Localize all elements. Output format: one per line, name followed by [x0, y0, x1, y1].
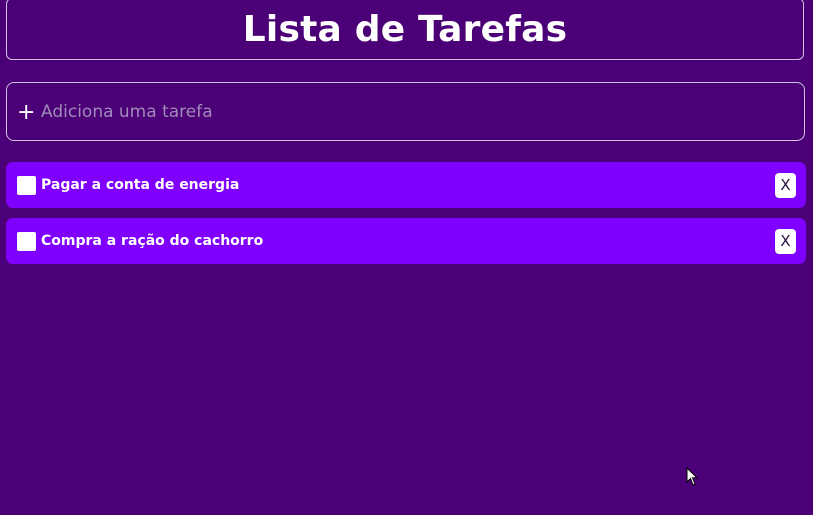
delete-task-button[interactable]: X: [775, 172, 796, 198]
title-box: Lista de Tarefas: [6, 0, 804, 60]
page-title: Lista de Tarefas: [242, 8, 568, 50]
delete-task-button[interactable]: X: [775, 228, 796, 254]
task-label: Pagar a conta de energia: [41, 177, 240, 193]
mouse-cursor-icon: [686, 467, 698, 486]
task-checkbox[interactable]: [17, 175, 36, 195]
add-task-box[interactable]: +: [6, 82, 805, 141]
task-item: Pagar a conta de energia X: [6, 162, 806, 208]
task-item: Compra a ração do cachorro X: [6, 218, 806, 264]
plus-icon[interactable]: +: [17, 101, 37, 124]
task-checkbox[interactable]: [17, 231, 36, 251]
add-task-input[interactable]: [41, 96, 804, 127]
task-list: Pagar a conta de energia X Compra a raçã…: [6, 162, 806, 274]
task-label: Compra a ração do cachorro: [41, 233, 264, 249]
